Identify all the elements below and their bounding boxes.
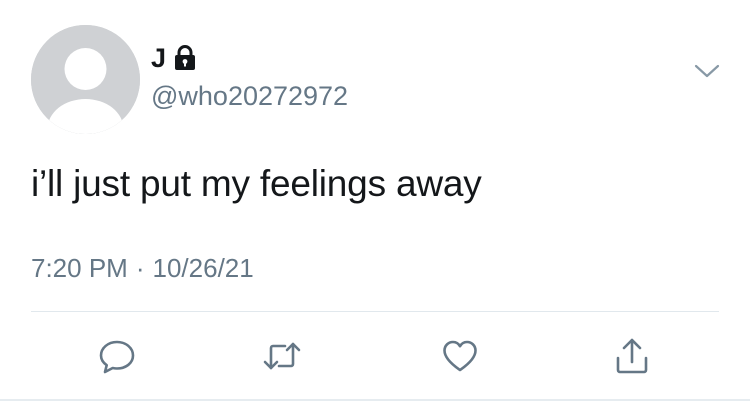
reply-icon [99,340,135,374]
timestamp-separator: · [135,253,145,283]
author-name-row[interactable]: J [151,42,196,74]
divider [31,311,719,312]
tweet-text: i’ll just put my feelings away [31,163,482,204]
author-display-name[interactable]: J [151,43,166,73]
like-button[interactable] [438,334,482,378]
like-icon [443,340,477,372]
reply-button[interactable] [95,334,139,378]
default-avatar-icon [31,25,140,134]
avatar[interactable] [31,25,140,134]
chevron-down-icon[interactable] [693,61,721,81]
share-icon [616,338,648,374]
retweet-icon [263,342,301,370]
tweet-time: 7:20 PM [31,253,128,283]
share-button[interactable] [610,334,654,378]
tweet-timestamp[interactable]: 7:20 PM · 10/26/21 [31,252,254,284]
lock-icon [174,45,196,71]
retweet-button[interactable] [260,334,304,378]
tweet-date: 10/26/21 [152,253,254,283]
author-handle[interactable]: @who20272972 [151,80,348,112]
